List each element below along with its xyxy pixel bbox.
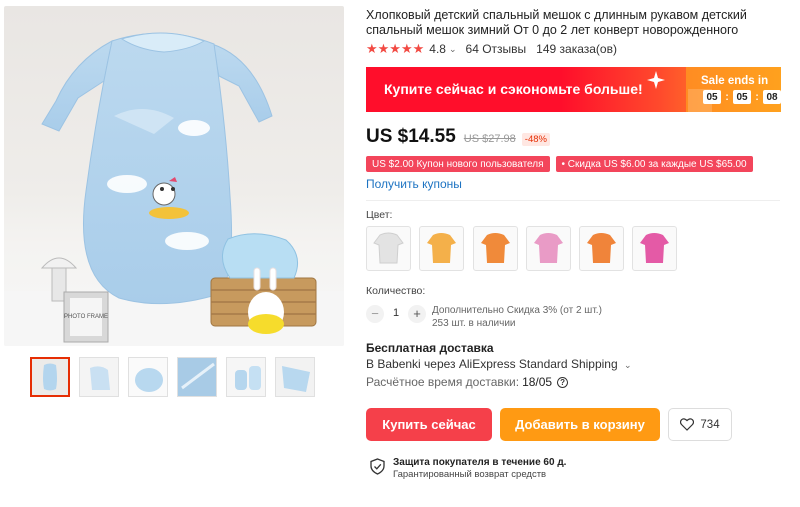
promo-text: Купите сейчас и сэкономьте больше! xyxy=(384,81,643,97)
shipping-method-text: В Babenki через AliExpress Standard Ship… xyxy=(366,357,618,371)
photo-frame-label: PHOTO FRAME xyxy=(64,314,108,320)
discount-badge: -48% xyxy=(521,133,550,146)
color-swatch-1[interactable] xyxy=(366,226,411,271)
countdown-timer: 05 : 05 : 08 xyxy=(703,90,781,104)
quantity-stepper: − 1 + xyxy=(366,304,426,324)
thumbnail-6[interactable] xyxy=(275,357,315,397)
thumbnail-5[interactable] xyxy=(226,357,266,397)
color-swatch-5[interactable] xyxy=(579,226,624,271)
shield-check-icon xyxy=(370,458,385,475)
chevron-down-icon[interactable]: ⌄ xyxy=(624,360,632,370)
stock-text: 253 шт. в наличии xyxy=(432,318,516,329)
protection-title: Защита покупателя в течение 60 д. xyxy=(393,457,567,468)
delivery-label: Расчётное время доставки: xyxy=(366,375,520,389)
get-coupons-link[interactable]: Получить купоны xyxy=(366,177,462,191)
coupon-list: US $2.00 Купон нового пользователя • Ски… xyxy=(366,156,753,172)
quantity-minus-button[interactable]: − xyxy=(366,305,384,323)
bulk-discount-text: Дополнительно Скидка 3% (от 2 шт.) xyxy=(432,305,602,316)
rating-row: ★★★★★ 4.8 ⌄ 64 Отзывы 149 заказа(ов) xyxy=(366,41,617,57)
timer-separator: : xyxy=(755,91,759,103)
color-swatch-6[interactable] xyxy=(632,226,677,271)
thumbnail-2[interactable] xyxy=(79,357,119,397)
timer-hours: 05 xyxy=(703,90,721,104)
protection-subtitle: Гарантированный возврат средств xyxy=(393,469,547,480)
wishlist-count: 734 xyxy=(700,418,720,431)
quantity-info: Дополнительно Скидка 3% (от 2 шт.) 253 ш… xyxy=(432,304,602,330)
color-swatch-4[interactable] xyxy=(526,226,571,271)
color-swatch-2[interactable] xyxy=(419,226,464,271)
quantity-value[interactable]: 1 xyxy=(390,307,402,319)
add-to-cart-button[interactable]: Добавить в корзину xyxy=(500,408,660,441)
shipping-method[interactable]: В Babenki через AliExpress Standard Ship… xyxy=(366,357,632,371)
timer-minutes: 05 xyxy=(733,90,751,104)
thumbnail-3[interactable] xyxy=(128,357,168,397)
wishlist-button[interactable]: 734 xyxy=(668,408,732,441)
buy-now-button[interactable]: Купить сейчас xyxy=(366,408,492,441)
chevron-down-icon[interactable]: ⌄ xyxy=(449,44,457,55)
main-product-image[interactable]: PHOTO FRAME xyxy=(4,6,344,346)
price-row: US $14.55 US $27.98 -48% xyxy=(366,126,550,148)
shipping-title: Бесплатная доставка xyxy=(366,341,494,355)
sparkle-icon xyxy=(647,71,665,89)
product-title: Хлопковый детский спальный мешок с длинн… xyxy=(366,8,747,37)
color-swatch-3[interactable] xyxy=(473,226,518,271)
buyer-protection: Защита покупателя в течение 60 д. Гарант… xyxy=(370,456,566,481)
thumbnail-4[interactable] xyxy=(177,357,217,397)
old-price: US $27.98 xyxy=(463,133,516,145)
timer-seconds: 08 xyxy=(763,90,781,104)
coupon-new-user[interactable]: US $2.00 Купон нового пользователя xyxy=(366,156,550,172)
current-price: US $14.55 xyxy=(366,126,456,147)
orders-count: 149 заказа(ов) xyxy=(536,42,617,56)
quantity-label: Количество: xyxy=(366,285,426,297)
divider xyxy=(366,200,780,201)
color-label: Цвет: xyxy=(366,209,393,221)
delivery-estimate: Расчётное время доставки: 18/05 ? xyxy=(366,375,569,389)
reviews-link[interactable]: 64 Отзывы xyxy=(466,42,527,56)
coupon-store-discount[interactable]: • Скидка US $6.00 за каждые US $65.00 xyxy=(555,156,753,172)
sale-ends-title: Sale ends in xyxy=(701,75,769,87)
heart-icon xyxy=(680,418,695,431)
quantity-plus-button[interactable]: + xyxy=(408,305,426,323)
rating-value[interactable]: 4.8 xyxy=(429,42,446,56)
rating-stars-icon: ★★★★★ xyxy=(366,41,425,56)
delivery-date: 18/05 xyxy=(522,375,553,389)
thumbnail-1[interactable] xyxy=(30,357,70,397)
timer-separator: : xyxy=(725,91,729,103)
help-icon[interactable]: ? xyxy=(557,376,569,388)
promo-banner[interactable]: Купите сейчас и сэкономьте больше! Sale … xyxy=(366,67,781,112)
